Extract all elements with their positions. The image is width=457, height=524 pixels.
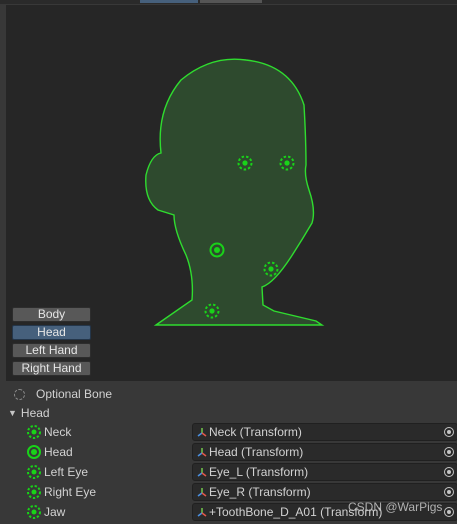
optional-bone-legend: Optional Bone <box>12 386 112 402</box>
bone-object-field[interactable]: Eye_R (Transform) <box>192 483 457 501</box>
object-picker-icon[interactable] <box>444 467 454 477</box>
optional-bone-label: Optional Bone <box>36 387 113 401</box>
bone-object-field[interactable]: Neck (Transform) <box>192 423 457 441</box>
body-part-buttons: Body Head Left Hand Right Hand <box>12 307 91 376</box>
dashed-circle-icon <box>27 465 41 479</box>
bone-object-field[interactable]: Head (Transform) <box>192 443 457 461</box>
transform-icon <box>197 468 207 477</box>
left-hand-button[interactable]: Left Hand <box>12 343 91 358</box>
bone-label: Right Eye <box>44 485 97 499</box>
object-picker-icon[interactable] <box>444 487 454 497</box>
bone-label: Head <box>44 445 73 459</box>
foldout-arrow-icon[interactable]: ▼ <box>8 408 17 418</box>
top-toolbar-strip <box>0 0 457 4</box>
bone-label: Jaw <box>44 505 66 519</box>
bone-field-value: Eye_R (Transform) <box>209 485 311 499</box>
solid-circle-icon <box>27 445 41 459</box>
bone-row-neck: Neck Neck (Transform) <box>26 423 457 441</box>
muscles-tab[interactable] <box>200 0 262 3</box>
bone-label: Left Eye <box>44 465 89 479</box>
bone-label: Neck <box>44 425 72 439</box>
object-picker-icon[interactable] <box>444 507 454 517</box>
dashed-circle-icon <box>27 485 41 499</box>
watermark: CSDN @WarPigs <box>348 500 443 514</box>
bone-row-left-eye: Left Eye Eye_L (Transform) <box>26 463 457 481</box>
bone-field-value: Eye_L (Transform) <box>209 465 309 479</box>
body-button[interactable]: Body <box>12 307 91 322</box>
object-picker-icon[interactable] <box>444 427 454 437</box>
bone-field-value: Head (Transform) <box>209 445 304 459</box>
head-button[interactable]: Head <box>12 325 91 340</box>
transform-icon <box>197 508 207 517</box>
optional-bone-icon <box>14 388 25 400</box>
dashed-circle-icon <box>27 505 41 519</box>
head-preview-panel: Body Head Left Hand Right Hand <box>6 5 457 381</box>
group-label: Head <box>20 406 50 420</box>
head-silhouette <box>145 58 325 326</box>
transform-icon <box>197 428 207 437</box>
bone-row-right-eye: Right Eye Eye_R (Transform) <box>26 483 457 501</box>
right-hand-button[interactable]: Right Hand <box>12 361 91 376</box>
transform-icon <box>197 448 207 457</box>
mapping-tab[interactable] <box>140 0 198 3</box>
object-picker-icon[interactable] <box>444 447 454 457</box>
bone-row-head: Head Head (Transform) <box>26 443 457 461</box>
transform-icon <box>197 488 207 497</box>
bone-field-value: Neck (Transform) <box>209 425 302 439</box>
dashed-circle-icon <box>27 425 41 439</box>
bone-object-field[interactable]: Eye_L (Transform) <box>192 463 457 481</box>
head-group-foldout[interactable]: ▼ Head <box>8 405 50 421</box>
